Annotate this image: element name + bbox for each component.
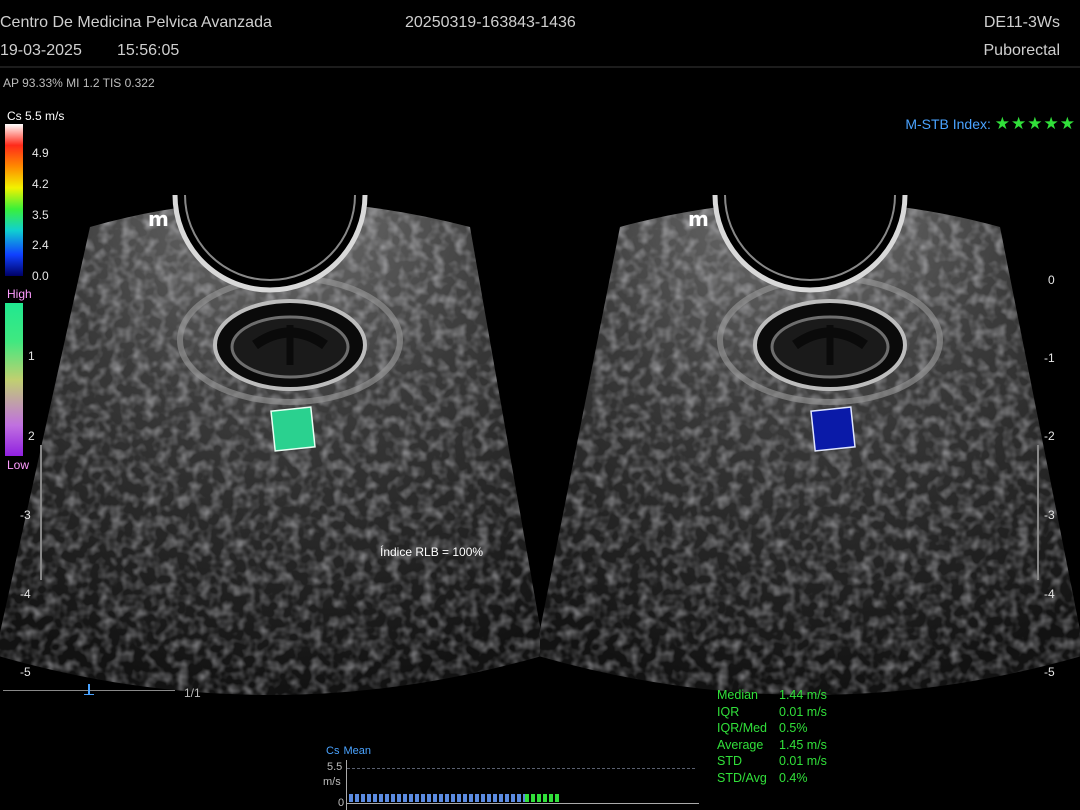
measurement-panel: Median 1.44 m/s IQR 0.01 m/s IQR/Med 0.5% A… (717, 687, 827, 787)
left-depth-tick: -3 (20, 508, 31, 522)
colorbar-tick: 3.5 (32, 208, 49, 222)
timeline-unit: m/s (323, 776, 341, 788)
measurement-value: 1.45 m/s (779, 737, 827, 752)
probe-name: DE11-3Ws (983, 14, 1060, 31)
measurement-label: STD/Avg (717, 770, 767, 785)
left-roi-box[interactable] (270, 406, 316, 452)
timeline-zero: 0 (338, 797, 345, 809)
probe-marker-right: m (688, 207, 709, 231)
acoustic-params: AP 93.33% MI 1.2 TIS 0.322 (3, 76, 155, 90)
frame-slider-handle-base (84, 694, 94, 695)
timeline-history-bars (349, 794, 525, 802)
right-depth-tick: -4 (1044, 587, 1055, 601)
exam-id: 20250319-163843-1436 (405, 14, 576, 31)
left-image-panel[interactable] (0, 195, 540, 695)
probe-marker-left: m (148, 207, 169, 231)
m-stb-index: M-STB Index: ★★★★★ (905, 114, 1076, 134)
left-depth-tick: -4 (20, 587, 31, 601)
measurement-row: IQR 0.01 m/s (717, 704, 827, 721)
right-depth-tick: -3 (1044, 508, 1055, 522)
measurement-value: 0.4% (779, 770, 808, 785)
right-roi-box[interactable] (810, 406, 856, 452)
measurement-label: Average (717, 737, 764, 752)
measurement-value: 1.44 m/s (779, 688, 827, 702)
measurement-label: IQR/Med (717, 721, 768, 736)
preset-name: Puborectal (983, 42, 1061, 59)
exam-time: 15:56:05 (117, 42, 180, 59)
exam-date: 19-03-2025 (0, 42, 82, 59)
measurement-row: IQR/Med 0.5% (717, 720, 827, 737)
frame-slider-handle[interactable] (88, 684, 90, 694)
right-depth-tick: -2 (1044, 429, 1055, 443)
left-depth-tick: 2 (28, 429, 35, 443)
measurement-row: Average 1.45 m/s (717, 737, 827, 754)
timeline-legend: Cs Mean (326, 745, 371, 757)
colorbar-tick: 4.9 (32, 146, 49, 160)
right-depth-bar (1037, 445, 1039, 580)
colorbar-tick: 4.2 (32, 177, 49, 191)
timeline-max: 5.5 (327, 761, 343, 773)
measurement-label: IQR (717, 704, 740, 719)
colorbar-tick: 2.4 (32, 238, 49, 252)
left-depth-tick: -5 (20, 665, 31, 679)
timeline-cs-label: Cs (326, 745, 340, 757)
velocity-colorbar (5, 124, 23, 276)
right-depth-tick: 0 (1048, 273, 1055, 287)
measurement-row: STD/Avg 0.4% (717, 770, 827, 787)
measurement-row: Median 1.44 m/s (717, 687, 827, 704)
colorbar-title: Cs 5.5 m/s (7, 109, 65, 123)
quality-low-label: Low (7, 458, 30, 472)
measurement-value: 0.5% (779, 721, 808, 736)
header-divider (0, 66, 1080, 68)
frame-counter: 1/1 (184, 686, 201, 700)
right-depth-tick: -5 (1044, 665, 1055, 679)
timeline-mean-label: Mean (343, 745, 371, 757)
left-depth-tick: 1 (28, 349, 35, 363)
timeline-x-axis (347, 803, 699, 804)
rlb-index: Índice RLB = 100% (380, 545, 484, 559)
quality-high-label: High (7, 287, 32, 301)
measurement-row: STD 0.01 m/s (717, 753, 827, 770)
clinic-name: Centro De Medicina Pelvica Avanzada (0, 14, 272, 31)
measurement-label: Median (717, 688, 758, 702)
m-stb-stars-icon: ★★★★★ (994, 114, 1076, 133)
timeline-current-bars (525, 794, 561, 802)
left-depth-bar (40, 445, 42, 580)
colorbar-tick: 0.0 (32, 269, 49, 283)
right-image-panel[interactable] (540, 195, 1080, 695)
measurement-label: STD (717, 754, 742, 769)
measurement-value: 0.01 m/s (779, 754, 827, 769)
m-stb-label: M-STB Index: (905, 116, 991, 132)
measurement-value: 0.01 m/s (779, 704, 827, 719)
timeline-max-line (347, 768, 695, 769)
right-depth-tick: -1 (1044, 351, 1055, 365)
quality-colorbar (5, 303, 23, 456)
